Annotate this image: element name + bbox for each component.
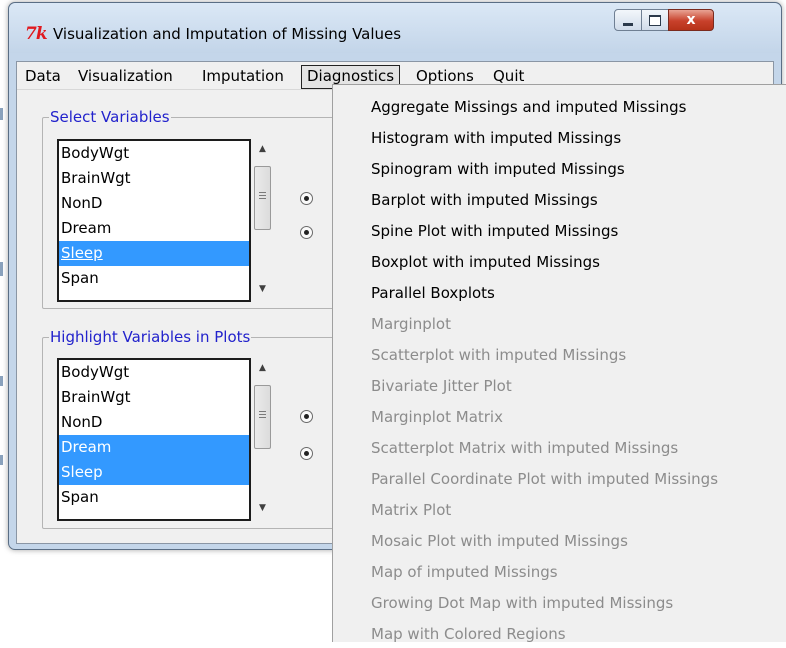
menu-item-aggregate-missings[interactable]: Aggregate Missings and imputed Missings	[371, 93, 686, 121]
desktop-edge	[0, 376, 3, 386]
tk-logo-icon: 7k	[25, 24, 48, 44]
maximize-button[interactable]	[641, 9, 669, 31]
minimize-button[interactable]	[614, 9, 642, 31]
menu-item-matrix-plot: Matrix Plot	[371, 501, 452, 519]
list-item[interactable]: BodyWgt	[59, 360, 249, 385]
list-item-selected[interactable]: Dream	[59, 435, 249, 460]
minimize-icon	[623, 22, 633, 26]
menu-item-marginplot: Marginplot	[371, 315, 451, 333]
radio-button[interactable]	[300, 192, 313, 205]
menu-visualization[interactable]: Visualization	[73, 65, 178, 87]
close-button[interactable]: x	[668, 9, 714, 31]
menu-item-barplot[interactable]: Barplot with imputed Missings	[371, 186, 598, 214]
list-item[interactable]: NonD	[59, 191, 249, 216]
desktop-edge	[0, 455, 3, 465]
menu-item-spinogram[interactable]: Spinogram with imputed Missings	[371, 155, 625, 183]
menu-item-scatterplot-matrix: Scatterplot Matrix with imputed Missings	[371, 439, 679, 457]
list-item[interactable]: NonD	[59, 410, 249, 435]
list-item[interactable]: BodyWgt	[59, 141, 249, 166]
menu-item-bivariate-jitter: Bivariate Jitter Plot	[371, 377, 512, 395]
menu-imputation[interactable]: Imputation	[197, 65, 289, 87]
list-item[interactable]: BrainWgt	[59, 166, 249, 191]
radio-button[interactable]	[300, 447, 313, 460]
menu-item-growing-dot-map: Growing Dot Map with imputed Missings	[371, 594, 674, 612]
list-item[interactable]: Span	[59, 266, 249, 291]
select-variables-legend: Select Variables	[49, 108, 171, 126]
menu-item-map-colored-regions: Map with Colored Regions	[371, 625, 566, 643]
scroll-thumb[interactable]	[254, 166, 271, 230]
highlight-variables-scrollbar[interactable]: ▲ ▼	[254, 360, 271, 517]
menu-item-parallel-coordinate: Parallel Coordinate Plot with imputed Mi…	[371, 470, 719, 488]
menu-item-scatterplot: Scatterplot with imputed Missings	[371, 346, 627, 364]
list-item[interactable]: Dream	[59, 216, 249, 241]
menu-item-map-imputed: Map of imputed Missings	[371, 563, 558, 581]
scroll-down-icon[interactable]: ▼	[254, 281, 271, 298]
menu-data[interactable]: Data	[20, 65, 66, 87]
scroll-thumb[interactable]	[254, 385, 271, 449]
menu-item-parallel-boxplots[interactable]: Parallel Boxplots	[371, 279, 495, 307]
menu-item-mosaic-plot: Mosaic Plot with imputed Missings	[371, 532, 628, 550]
highlight-variables-listbox[interactable]: BodyWgt BrainWgt NonD Dream Sleep Span	[57, 358, 251, 521]
list-item-selected[interactable]: Sleep	[59, 460, 249, 485]
menu-item-marginplot-matrix: Marginplot Matrix	[371, 408, 503, 426]
desktop-edge	[0, 262, 3, 276]
radio-button[interactable]	[300, 410, 313, 423]
menu-item-spine-plot[interactable]: Spine Plot with imputed Missings	[371, 217, 618, 245]
diagnostics-dropdown-menu: Aggregate Missings and imputed Missings …	[332, 84, 786, 643]
scroll-down-icon[interactable]: ▼	[254, 500, 271, 517]
close-icon: x	[686, 12, 696, 28]
list-item[interactable]: Span	[59, 485, 249, 510]
menu-item-histogram[interactable]: Histogram with imputed Missings	[371, 124, 621, 152]
highlight-variables-legend: Highlight Variables in Plots	[49, 328, 252, 346]
list-item[interactable]: BrainWgt	[59, 385, 249, 410]
scroll-up-icon[interactable]: ▲	[254, 360, 271, 377]
radio-button[interactable]	[300, 226, 313, 239]
title-bar[interactable]: 7k Visualization and Imputation of Missi…	[9, 3, 781, 53]
desktop-edge	[0, 108, 3, 120]
scroll-up-icon[interactable]: ▲	[254, 141, 271, 158]
select-variables-scrollbar[interactable]: ▲ ▼	[254, 141, 271, 298]
select-variables-listbox[interactable]: BodyWgt BrainWgt NonD Dream Sleep Span	[57, 139, 251, 302]
menu-item-boxplot[interactable]: Boxplot with imputed Missings	[371, 248, 600, 276]
maximize-icon	[649, 14, 661, 26]
window-title: Visualization and Imputation of Missing …	[53, 25, 402, 43]
list-item-selected[interactable]: Sleep	[59, 241, 249, 266]
